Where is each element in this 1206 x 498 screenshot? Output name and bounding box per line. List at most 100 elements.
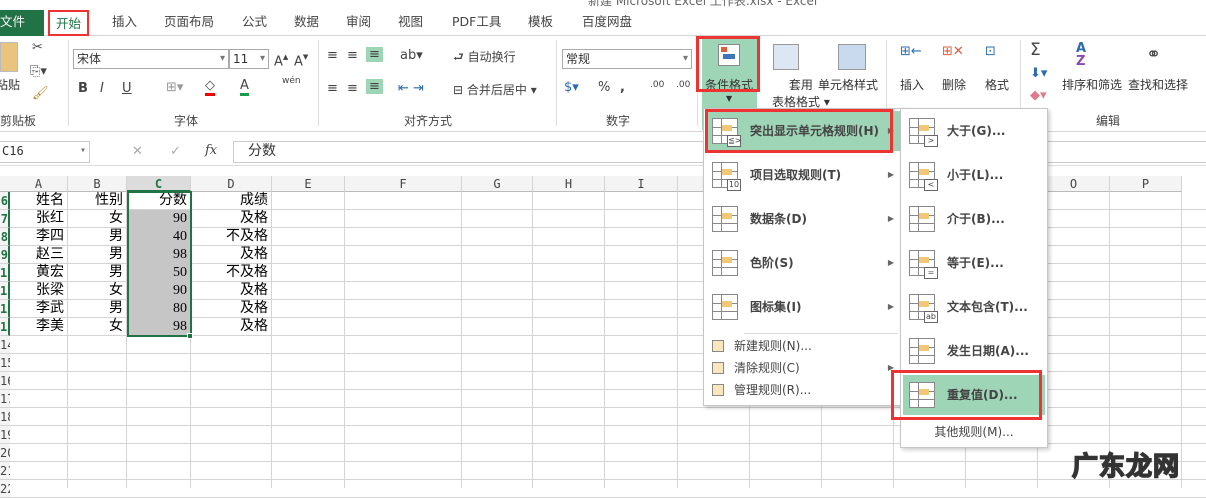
decrease-decimal-icon[interactable]: .00 xyxy=(676,80,690,90)
cell-D10[interactable]: 不及格 xyxy=(191,264,271,282)
indent-icons[interactable]: ⇤ ⇥ xyxy=(398,81,424,96)
grow-font-icon[interactable]: A▴ xyxy=(274,50,288,69)
align-center-icon[interactable]: ≡ xyxy=(347,81,358,96)
format-cells-button[interactable]: 格式 xyxy=(985,76,1009,93)
menu-small-item-0[interactable]: 新建规则(N)... xyxy=(706,335,900,357)
name-box[interactable]: C16 xyxy=(0,141,90,163)
copy-icon[interactable]: ⎘▾ xyxy=(30,64,47,79)
border-icon[interactable]: ⊞▾ xyxy=(166,80,183,95)
row-header-17[interactable]: 17 xyxy=(0,390,10,408)
tab-formulas[interactable]: 公式 xyxy=(236,10,273,36)
cell-D13[interactable]: 及格 xyxy=(191,318,271,336)
cell-A6[interactable]: 姓名 xyxy=(10,192,67,210)
column-header-E[interactable]: E xyxy=(272,176,345,192)
find-select-button[interactable]: 查找和选择 xyxy=(1128,76,1188,93)
column-header-C[interactable]: C xyxy=(127,176,191,192)
row-header-8[interactable]: 8 xyxy=(0,228,10,246)
tab-page-layout[interactable]: 页面布局 xyxy=(158,10,220,36)
increase-decimal-icon[interactable]: .00 xyxy=(650,80,664,90)
row-header-21[interactable]: 21 xyxy=(0,462,10,480)
font-size-select[interactable]: 11 xyxy=(229,49,269,69)
cell-A8[interactable]: 李四 xyxy=(10,228,67,246)
cell-D8[interactable]: 不及格 xyxy=(191,228,271,246)
cell-B13[interactable]: 女 xyxy=(68,318,126,336)
row-header-18[interactable]: 18 xyxy=(0,408,10,426)
column-header-B[interactable]: B xyxy=(68,176,127,192)
autosum-button[interactable]: Σ xyxy=(1030,40,1041,60)
row-header-6[interactable]: 6 xyxy=(0,192,10,210)
wrap-text-button[interactable]: ⮐ 自动换行 xyxy=(453,48,516,69)
cell-D6[interactable]: 成绩 xyxy=(191,192,271,210)
submenu-item-2[interactable]: 介于(B)... xyxy=(903,199,1045,239)
column-header-H[interactable]: H xyxy=(533,176,605,192)
shrink-font-icon[interactable]: A▾ xyxy=(294,50,308,69)
menu-small-item-2[interactable]: 管理规则(R)... xyxy=(706,379,900,401)
menu-item-4[interactable]: 图标集(I) ▶ xyxy=(706,287,900,327)
tab-view[interactable]: 视图 xyxy=(392,10,429,36)
cell-D12[interactable]: 及格 xyxy=(191,300,271,318)
tab-pdf[interactable]: PDF工具 xyxy=(446,10,507,36)
cell-B6[interactable]: 性别 xyxy=(68,192,126,210)
underline-button[interactable]: U xyxy=(122,81,132,96)
phonetic-icon[interactable]: wén xyxy=(282,76,301,86)
tab-file[interactable]: 文件 xyxy=(0,10,44,36)
percent-button[interactable]: % xyxy=(598,80,610,95)
row-header-22[interactable]: 22 xyxy=(0,480,10,498)
tab-data[interactable]: 数据 xyxy=(288,10,325,36)
tab-baidu[interactable]: 百度网盘 xyxy=(576,10,638,36)
cell-A9[interactable]: 赵三 xyxy=(10,246,67,264)
cell-A10[interactable]: 黄宏 xyxy=(10,264,67,282)
align-middle-icon[interactable]: ≡ xyxy=(347,48,358,63)
insert-function-icon[interactable]: fx xyxy=(205,143,217,158)
column-header-G[interactable]: G xyxy=(462,176,533,192)
row-header-10[interactable]: 10 xyxy=(0,264,10,282)
align-bottom-icon[interactable]: ≡ xyxy=(366,47,383,62)
submenu-item-3[interactable]: = 等于(E)... xyxy=(903,243,1045,283)
italic-button[interactable]: I xyxy=(100,81,104,96)
submenu-item-1[interactable]: < 小于(L)... xyxy=(903,155,1045,195)
tab-insert[interactable]: 插入 xyxy=(106,10,143,36)
currency-icon[interactable]: $▾ xyxy=(564,80,579,95)
column-header-F[interactable]: F xyxy=(345,176,462,192)
row-header-11[interactable]: 11 xyxy=(0,282,10,300)
cell-style-button[interactable]: 单元格样式 xyxy=(818,76,878,93)
cell-B11[interactable]: 女 xyxy=(68,282,126,300)
column-header-O[interactable]: O xyxy=(1038,176,1110,192)
number-format-select[interactable]: 常规 xyxy=(562,49,692,69)
cut-icon[interactable]: ✂ xyxy=(32,40,43,55)
orientation-icon[interactable]: ab▾ xyxy=(400,48,423,63)
font-color-icon[interactable]: A xyxy=(240,78,249,96)
submenu-item-0[interactable]: > 大于(G)... xyxy=(903,111,1045,151)
cell-D11[interactable]: 及格 xyxy=(191,282,271,300)
row-header-15[interactable]: 15 xyxy=(0,354,10,372)
row-header-13[interactable]: 13 xyxy=(0,318,10,336)
tab-template[interactable]: 模板 xyxy=(522,10,559,36)
row-header-9[interactable]: 9 xyxy=(0,246,10,264)
row-header-20[interactable]: 20 xyxy=(0,444,10,462)
paste-button[interactable]: 粘贴 xyxy=(0,76,20,93)
align-left-icon[interactable]: ≡ xyxy=(327,81,338,96)
menu-small-item-1[interactable]: 清除规则(C) ▶ xyxy=(706,357,900,379)
cell-B7[interactable]: 女 xyxy=(68,210,126,228)
align-top-icon[interactable]: ≡ xyxy=(327,48,338,63)
cell-B9[interactable]: 男 xyxy=(68,246,126,264)
menu-item-2[interactable]: 数据条(D) ▶ xyxy=(706,199,900,239)
column-header-P[interactable]: P xyxy=(1110,176,1182,192)
column-header-D[interactable]: D xyxy=(191,176,272,192)
cell-A11[interactable]: 张梁 xyxy=(10,282,67,300)
row-header-7[interactable]: 7 xyxy=(0,210,10,228)
align-right-icon[interactable]: ≡ xyxy=(366,79,383,94)
column-header-I[interactable]: I xyxy=(605,176,678,192)
row-header-12[interactable]: 12 xyxy=(0,300,10,318)
cell-B12[interactable]: 男 xyxy=(68,300,126,318)
bold-button[interactable]: B xyxy=(78,81,88,96)
row-header-19[interactable]: 19 xyxy=(0,426,10,444)
sort-filter-button[interactable]: 排序和筛选 xyxy=(1062,76,1122,93)
row-header-14[interactable]: 14 xyxy=(0,336,10,354)
cell-D7[interactable]: 及格 xyxy=(191,210,271,228)
tab-review[interactable]: 审阅 xyxy=(340,10,377,36)
tab-home[interactable]: 开始 xyxy=(48,10,90,36)
fill-handle[interactable] xyxy=(187,333,193,339)
cancel-icon[interactable]: ✕ xyxy=(132,144,143,159)
cell-A12[interactable]: 李武 xyxy=(10,300,67,318)
